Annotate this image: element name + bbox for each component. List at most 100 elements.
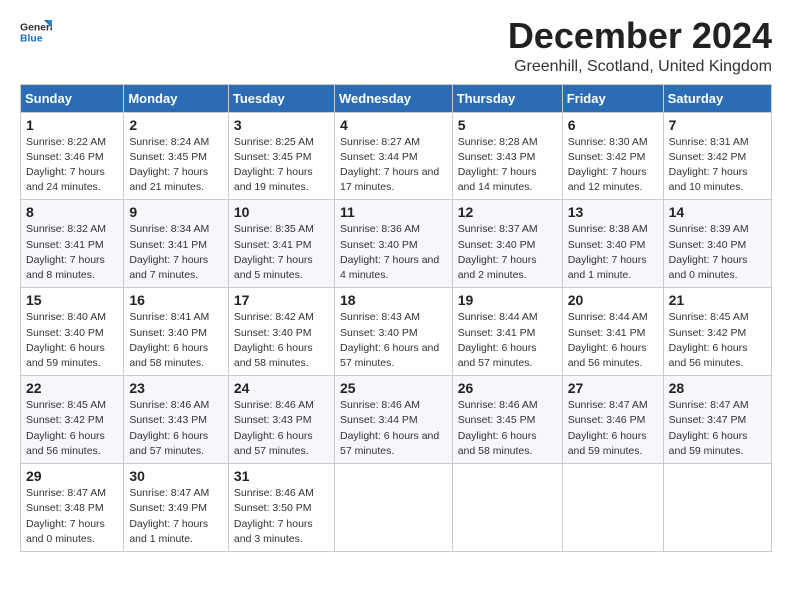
day-detail: Sunrise: 8:43 AMSunset: 3:40 PMDaylight:… xyxy=(340,310,447,371)
calendar-cell: 30 Sunrise: 8:47 AMSunset: 3:49 PMDayligh… xyxy=(124,464,229,552)
day-number: 17 xyxy=(234,292,329,308)
day-number: 14 xyxy=(669,204,766,220)
day-detail: Sunrise: 8:22 AMSunset: 3:46 PMDaylight:… xyxy=(26,135,118,196)
calendar-header-row: SundayMondayTuesdayWednesdayThursdayFrid… xyxy=(21,84,772,112)
calendar-cell xyxy=(334,464,452,552)
day-number: 20 xyxy=(568,292,658,308)
calendar-cell: 21 Sunrise: 8:45 AMSunset: 3:42 PMDayligh… xyxy=(663,288,771,376)
day-number: 28 xyxy=(669,380,766,396)
calendar-cell: 19Sunrise: 8:44 AMSunset: 3:41 PMDayligh… xyxy=(452,288,562,376)
day-detail: Sunrise: 8:47 AMSunset: 3:49 PMDaylight:… xyxy=(129,486,223,547)
calendar-cell xyxy=(562,464,663,552)
day-detail: Sunrise: 8:46 AMSunset: 3:44 PMDaylight:… xyxy=(340,398,447,459)
day-number: 26 xyxy=(458,380,557,396)
day-detail: Sunrise: 8:25 AMSunset: 3:45 PMDaylight:… xyxy=(234,135,329,196)
day-detail: Sunrise: 8:46 AMSunset: 3:45 PMDaylight:… xyxy=(458,398,557,459)
calendar-table: SundayMondayTuesdayWednesdayThursdayFrid… xyxy=(20,84,772,552)
day-detail: Sunrise: 8:41 AMSunset: 3:40 PMDaylight:… xyxy=(129,310,223,371)
calendar-cell: 3 Sunrise: 8:25 AMSunset: 3:45 PMDaylight… xyxy=(228,112,334,200)
day-detail: Sunrise: 8:27 AMSunset: 3:44 PMDaylight:… xyxy=(340,135,447,196)
calendar-cell: 7 Sunrise: 8:31 AMSunset: 3:42 PMDaylight… xyxy=(663,112,771,200)
calendar-cell: 8Sunrise: 8:32 AMSunset: 3:41 PMDaylight… xyxy=(21,200,124,288)
header: General Blue December 2024 Greenhill, Sc… xyxy=(20,16,772,76)
day-detail: Sunrise: 8:34 AMSunset: 3:41 PMDaylight:… xyxy=(129,222,223,283)
day-detail: Sunrise: 8:39 AMSunset: 3:40 PMDaylight:… xyxy=(669,222,766,283)
calendar-cell: 2 Sunrise: 8:24 AMSunset: 3:45 PMDaylight… xyxy=(124,112,229,200)
day-detail: Sunrise: 8:24 AMSunset: 3:45 PMDaylight:… xyxy=(129,135,223,196)
day-number: 1 xyxy=(26,117,118,133)
day-detail: Sunrise: 8:38 AMSunset: 3:40 PMDaylight:… xyxy=(568,222,658,283)
calendar-cell: 25 Sunrise: 8:46 AMSunset: 3:44 PMDayligh… xyxy=(334,376,452,464)
day-number: 23 xyxy=(129,380,223,396)
calendar-cell: 23 Sunrise: 8:46 AMSunset: 3:43 PMDayligh… xyxy=(124,376,229,464)
day-number: 7 xyxy=(669,117,766,133)
day-number: 19 xyxy=(458,292,557,308)
day-number: 16 xyxy=(129,292,223,308)
day-number: 4 xyxy=(340,117,447,133)
day-number: 13 xyxy=(568,204,658,220)
day-detail: Sunrise: 8:47 AMSunset: 3:47 PMDaylight:… xyxy=(669,398,766,459)
calendar-cell: 24Sunrise: 8:46 AMSunset: 3:43 PMDayligh… xyxy=(228,376,334,464)
calendar-cell: 29 Sunrise: 8:47 AMSunset: 3:48 PMDayligh… xyxy=(21,464,124,552)
svg-text:Blue: Blue xyxy=(20,34,43,45)
calendar-cell: 15Sunrise: 8:40 AMSunset: 3:40 PMDayligh… xyxy=(21,288,124,376)
day-detail: Sunrise: 8:45 AMSunset: 3:42 PMDaylight:… xyxy=(669,310,766,371)
column-header-friday: Friday xyxy=(562,84,663,112)
calendar-cell: 20 Sunrise: 8:44 AMSunset: 3:41 PMDayligh… xyxy=(562,288,663,376)
calendar-cell: 10Sunrise: 8:35 AMSunset: 3:41 PMDayligh… xyxy=(228,200,334,288)
column-header-monday: Monday xyxy=(124,84,229,112)
calendar-cell: 6Sunrise: 8:30 AMSunset: 3:42 PMDaylight… xyxy=(562,112,663,200)
day-number: 27 xyxy=(568,380,658,396)
calendar-cell xyxy=(452,464,562,552)
svg-text:General: General xyxy=(20,22,52,33)
location-subtitle: Greenhill, Scotland, United Kingdom xyxy=(508,58,772,76)
day-number: 2 xyxy=(129,117,223,133)
day-number: 6 xyxy=(568,117,658,133)
day-number: 15 xyxy=(26,292,118,308)
calendar-cell: 14 Sunrise: 8:39 AMSunset: 3:40 PMDayligh… xyxy=(663,200,771,288)
day-number: 25 xyxy=(340,380,447,396)
day-detail: Sunrise: 8:31 AMSunset: 3:42 PMDaylight:… xyxy=(669,135,766,196)
calendar-cell: 28 Sunrise: 8:47 AMSunset: 3:47 PMDayligh… xyxy=(663,376,771,464)
calendar-cell: 4 Sunrise: 8:27 AMSunset: 3:44 PMDaylight… xyxy=(334,112,452,200)
day-number: 10 xyxy=(234,204,329,220)
calendar-week-row: 29 Sunrise: 8:47 AMSunset: 3:48 PMDayligh… xyxy=(21,464,772,552)
day-number: 18 xyxy=(340,292,447,308)
day-number: 9 xyxy=(129,204,223,220)
day-detail: Sunrise: 8:37 AMSunset: 3:40 PMDaylight:… xyxy=(458,222,557,283)
day-number: 29 xyxy=(26,468,118,484)
day-number: 3 xyxy=(234,117,329,133)
column-header-wednesday: Wednesday xyxy=(334,84,452,112)
calendar-cell: 31Sunrise: 8:46 AMSunset: 3:50 PMDayligh… xyxy=(228,464,334,552)
calendar-week-row: 15Sunrise: 8:40 AMSunset: 3:40 PMDayligh… xyxy=(21,288,772,376)
month-title: December 2024 xyxy=(508,16,772,56)
day-detail: Sunrise: 8:47 AMSunset: 3:46 PMDaylight:… xyxy=(568,398,658,459)
calendar-cell xyxy=(663,464,771,552)
logo-icon: General Blue xyxy=(20,16,52,48)
calendar-cell: 9 Sunrise: 8:34 AMSunset: 3:41 PMDaylight… xyxy=(124,200,229,288)
day-detail: Sunrise: 8:44 AMSunset: 3:41 PMDaylight:… xyxy=(568,310,658,371)
day-detail: Sunrise: 8:46 AMSunset: 3:43 PMDaylight:… xyxy=(129,398,223,459)
calendar-cell: 11Sunrise: 8:36 AMSunset: 3:40 PMDayligh… xyxy=(334,200,452,288)
calendar-cell: 22Sunrise: 8:45 AMSunset: 3:42 PMDayligh… xyxy=(21,376,124,464)
calendar-cell: 26 Sunrise: 8:46 AMSunset: 3:45 PMDayligh… xyxy=(452,376,562,464)
calendar-week-row: 22Sunrise: 8:45 AMSunset: 3:42 PMDayligh… xyxy=(21,376,772,464)
calendar-week-row: 8Sunrise: 8:32 AMSunset: 3:41 PMDaylight… xyxy=(21,200,772,288)
day-number: 8 xyxy=(26,204,118,220)
day-number: 21 xyxy=(669,292,766,308)
calendar-cell: 13 Sunrise: 8:38 AMSunset: 3:40 PMDayligh… xyxy=(562,200,663,288)
calendar-cell: 5Sunrise: 8:28 AMSunset: 3:43 PMDaylight… xyxy=(452,112,562,200)
column-header-thursday: Thursday xyxy=(452,84,562,112)
column-header-tuesday: Tuesday xyxy=(228,84,334,112)
day-detail: Sunrise: 8:36 AMSunset: 3:40 PMDaylight:… xyxy=(340,222,447,283)
day-number: 30 xyxy=(129,468,223,484)
calendar-week-row: 1 Sunrise: 8:22 AMSunset: 3:46 PMDaylight… xyxy=(21,112,772,200)
day-detail: Sunrise: 8:28 AMSunset: 3:43 PMDaylight:… xyxy=(458,135,557,196)
day-detail: Sunrise: 8:47 AMSunset: 3:48 PMDaylight:… xyxy=(26,486,118,547)
calendar-cell: 16 Sunrise: 8:41 AMSunset: 3:40 PMDayligh… xyxy=(124,288,229,376)
day-number: 22 xyxy=(26,380,118,396)
column-header-sunday: Sunday xyxy=(21,84,124,112)
day-detail: Sunrise: 8:46 AMSunset: 3:50 PMDaylight:… xyxy=(234,486,329,547)
logo: General Blue xyxy=(20,16,52,48)
calendar-cell: 17Sunrise: 8:42 AMSunset: 3:40 PMDayligh… xyxy=(228,288,334,376)
